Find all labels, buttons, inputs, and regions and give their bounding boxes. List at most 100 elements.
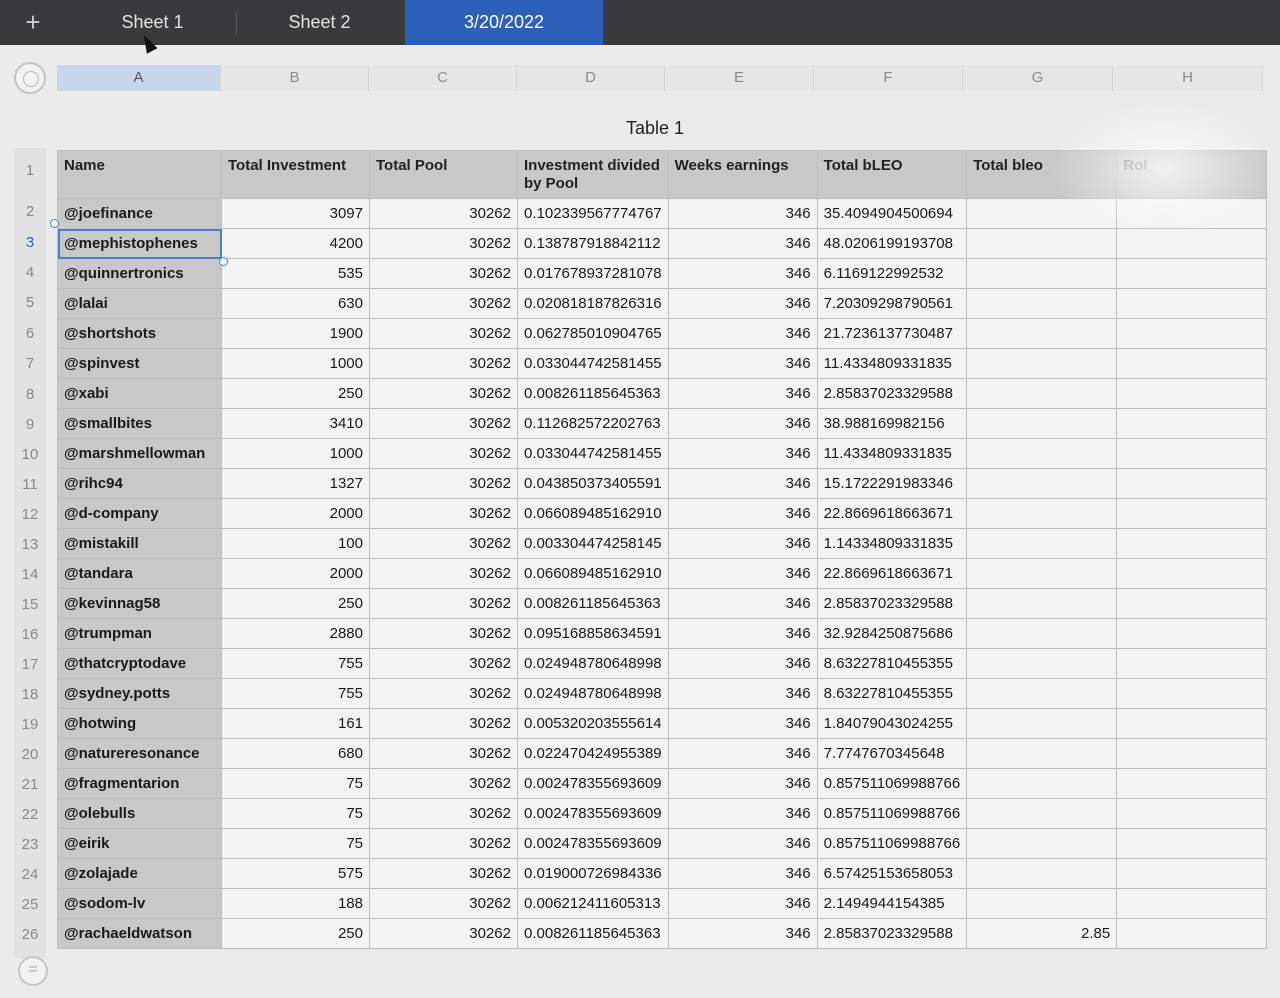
weeks-earnings-cell[interactable]: 346	[667, 528, 818, 559]
column-header-b[interactable]: B	[221, 65, 369, 91]
total-pool-cell[interactable]: 30262	[369, 468, 518, 499]
total-bleo-cell[interactable]: 2.1494944154385	[816, 888, 968, 919]
total-bleo-cell[interactable]: 8.63227810455355	[816, 678, 968, 709]
column-header-e[interactable]: E	[665, 65, 814, 91]
total-bleo-cell[interactable]: 22.8669618663671	[816, 558, 968, 589]
total-investment-cell[interactable]: 188	[221, 888, 370, 919]
tab-sheet-2[interactable]: Sheet 2	[237, 0, 402, 45]
roi-cell[interactable]	[1116, 318, 1268, 349]
roi-cell[interactable]	[1116, 858, 1268, 889]
roi-cell[interactable]	[1116, 348, 1268, 379]
column-header-d[interactable]: D	[517, 65, 665, 91]
weeks-earnings-cell[interactable]: 346	[667, 438, 818, 469]
total-bleo-lower-cell[interactable]	[966, 318, 1118, 349]
column-header-c[interactable]: C	[369, 65, 517, 91]
total-investment-cell[interactable]: 755	[221, 648, 370, 679]
total-bleo-lower-cell[interactable]	[966, 618, 1118, 649]
investment-ratio-cell[interactable]: 0.043850373405591	[517, 468, 669, 499]
total-bleo-lower-cell[interactable]	[966, 348, 1118, 379]
header-cell-weeks-earnings[interactable]: Weeks earnings	[667, 150, 818, 199]
add-sheet-plus-icon[interactable]: +	[18, 7, 48, 37]
weeks-earnings-cell[interactable]: 346	[667, 468, 818, 499]
selection-handle-bottom[interactable]	[219, 257, 228, 266]
investment-ratio-cell[interactable]: 0.008261185645363	[517, 918, 669, 949]
total-bleo-lower-cell[interactable]	[966, 828, 1118, 859]
roi-cell[interactable]	[1116, 588, 1268, 619]
investment-ratio-cell[interactable]: 0.024948780648998	[517, 678, 669, 709]
investment-ratio-cell[interactable]: 0.008261185645363	[517, 588, 669, 619]
investment-ratio-cell[interactable]: 0.033044742581455	[517, 348, 669, 379]
investment-ratio-cell[interactable]: 0.022470424955389	[517, 738, 669, 769]
weeks-earnings-cell[interactable]: 346	[667, 318, 818, 349]
total-bleo-lower-cell[interactable]	[966, 588, 1118, 619]
investment-ratio-cell[interactable]: 0.002478355693609	[517, 798, 669, 829]
name-cell[interactable]: @mephistophenes	[57, 228, 222, 259]
total-investment-cell[interactable]: 75	[221, 828, 370, 859]
total-bleo-lower-cell[interactable]	[966, 498, 1118, 529]
roi-cell[interactable]	[1116, 258, 1268, 289]
name-cell[interactable]: @smallbites	[57, 408, 222, 439]
total-pool-cell[interactable]: 30262	[369, 918, 518, 949]
total-pool-cell[interactable]: 30262	[369, 738, 518, 769]
name-cell[interactable]: @mistakill	[57, 528, 222, 559]
total-pool-cell[interactable]: 30262	[369, 558, 518, 589]
name-cell[interactable]: @rihc94	[57, 468, 222, 499]
row-header[interactable]: 4	[14, 264, 46, 281]
total-bleo-cell[interactable]: 0.857511069988766	[816, 828, 968, 859]
total-bleo-cell[interactable]: 7.20309298790561	[816, 288, 968, 319]
total-bleo-lower-cell[interactable]	[966, 228, 1118, 259]
total-pool-cell[interactable]: 30262	[369, 498, 518, 529]
weeks-earnings-cell[interactable]: 346	[667, 378, 818, 409]
row-header[interactable]: 5	[14, 294, 46, 311]
total-pool-cell[interactable]: 30262	[369, 588, 518, 619]
total-bleo-lower-cell[interactable]	[966, 438, 1118, 469]
header-cell-total-investment[interactable]: Total Investment	[221, 150, 370, 199]
total-bleo-cell[interactable]: 22.8669618663671	[816, 498, 968, 529]
investment-ratio-cell[interactable]: 0.102339567774767	[517, 198, 669, 229]
total-bleo-cell[interactable]: 11.4334809331835	[816, 348, 968, 379]
row-header[interactable]: 7	[14, 355, 46, 372]
weeks-earnings-cell[interactable]: 346	[667, 738, 818, 769]
row-header[interactable]: 12	[14, 506, 46, 523]
name-cell[interactable]: @natureresonance	[57, 738, 222, 769]
total-investment-cell[interactable]: 630	[221, 288, 370, 319]
total-bleo-cell[interactable]: 0.857511069988766	[816, 798, 968, 829]
investment-ratio-cell[interactable]: 0.005320203555614	[517, 708, 669, 739]
table-title[interactable]: Table 1	[560, 118, 750, 139]
total-bleo-lower-cell[interactable]	[966, 798, 1118, 829]
total-bleo-lower-cell[interactable]	[966, 678, 1118, 709]
roi-cell[interactable]	[1116, 678, 1268, 709]
weeks-earnings-cell[interactable]: 346	[667, 888, 818, 919]
roi-cell[interactable]	[1116, 708, 1268, 739]
total-pool-cell[interactable]: 30262	[369, 828, 518, 859]
name-cell[interactable]: @joefinance	[57, 198, 222, 229]
name-cell[interactable]: @thatcryptodave	[57, 648, 222, 679]
name-cell[interactable]: @hotwing	[57, 708, 222, 739]
total-bleo-lower-cell[interactable]	[966, 468, 1118, 499]
row-header[interactable]: 14	[14, 566, 46, 583]
total-bleo-cell[interactable]: 11.4334809331835	[816, 438, 968, 469]
total-bleo-cell[interactable]: 1.14334809331835	[816, 528, 968, 559]
total-bleo-lower-cell[interactable]	[966, 558, 1118, 589]
total-investment-cell[interactable]: 2000	[221, 498, 370, 529]
total-bleo-cell[interactable]: 2.85837023329588	[816, 918, 968, 949]
total-bleo-lower-cell[interactable]	[966, 738, 1118, 769]
total-pool-cell[interactable]: 30262	[369, 768, 518, 799]
roi-cell[interactable]	[1116, 918, 1268, 949]
roi-cell[interactable]	[1116, 738, 1268, 769]
total-bleo-cell[interactable]: 7.7747670345648	[816, 738, 968, 769]
investment-ratio-cell[interactable]: 0.008261185645363	[517, 378, 669, 409]
investment-ratio-cell[interactable]: 0.003304474258145	[517, 528, 669, 559]
total-bleo-lower-cell[interactable]	[966, 408, 1118, 439]
investment-ratio-cell[interactable]: 0.138787918842112	[517, 228, 669, 259]
column-header-f[interactable]: F	[814, 65, 963, 91]
weeks-earnings-cell[interactable]: 346	[667, 858, 818, 889]
total-pool-cell[interactable]: 30262	[369, 198, 518, 229]
total-bleo-cell[interactable]: 2.85837023329588	[816, 378, 968, 409]
name-cell[interactable]: @kevinnag58	[57, 588, 222, 619]
roi-cell[interactable]	[1116, 618, 1268, 649]
row-header[interactable]: 18	[14, 686, 46, 703]
roi-cell[interactable]	[1116, 558, 1268, 589]
total-bleo-lower-cell[interactable]	[966, 858, 1118, 889]
weeks-earnings-cell[interactable]: 346	[667, 618, 818, 649]
